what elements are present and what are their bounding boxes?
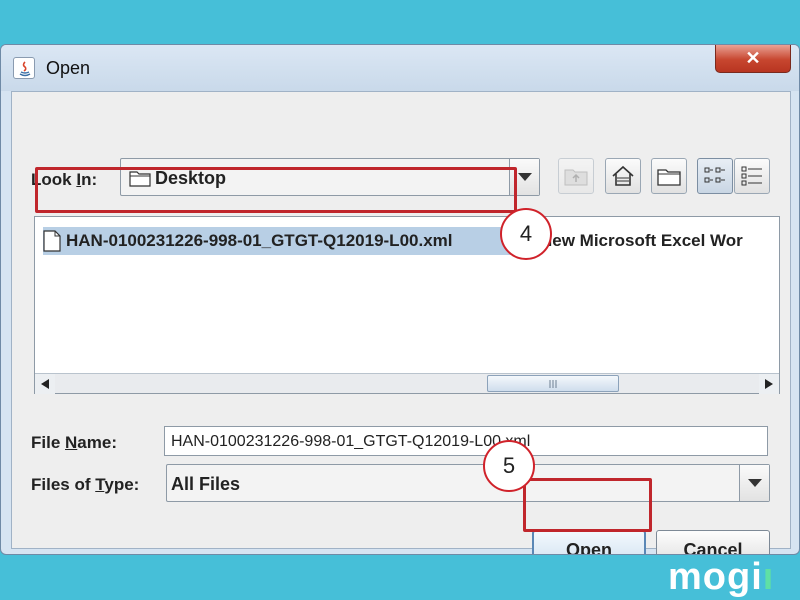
file-item-xml[interactable]: HAN-0100231226-998-01_GTGT-Q12019-L00.xm… [43, 227, 511, 255]
step-badge-5: 5 [483, 440, 535, 492]
scroll-right-button[interactable] [759, 374, 779, 394]
details-view-button[interactable] [734, 158, 770, 194]
title-bar[interactable]: Open ✕ [1, 45, 799, 91]
home-icon [612, 165, 634, 186]
file-list[interactable]: HAN-0100231226-998-01_GTGT-Q12019-L00.xm… [34, 216, 780, 394]
close-button[interactable]: ✕ [715, 45, 791, 73]
horizontal-scrollbar[interactable] [35, 373, 779, 394]
dialog-content: Look In: Desktop HAN-0100231226-998-01_G… [11, 91, 791, 554]
up-folder-button[interactable] [558, 158, 594, 194]
home-button[interactable] [605, 158, 641, 194]
watermark-accent: ı [762, 556, 775, 598]
cancel-button[interactable]: Cancel [656, 530, 770, 554]
watermark-text: mogi [668, 556, 763, 598]
new-folder-button[interactable] [651, 158, 687, 194]
scroll-left-button[interactable] [35, 374, 55, 394]
open-highlight-box [523, 478, 652, 532]
file-type-dropdown-button[interactable] [739, 465, 769, 501]
file-highlight-box [35, 167, 517, 213]
window-title: Open [46, 58, 91, 78]
step-badge-4: 4 [500, 208, 552, 260]
file-item-excel[interactable]: New Microsoft Excel Wor [517, 227, 779, 255]
file-type-label: Files of Type: [31, 475, 140, 494]
arrow-left-icon [41, 379, 49, 389]
open-dialog: Open ✕ Look In: Desktop HAN-0100231226-9… [0, 44, 800, 555]
details-view-icon [741, 166, 762, 186]
file-type-combo[interactable]: All Files [166, 464, 770, 502]
open-button[interactable]: Open [532, 530, 646, 554]
up-folder-icon [564, 169, 588, 186]
new-folder-icon [657, 169, 681, 186]
grip-icon [549, 379, 557, 388]
file-name-field[interactable]: HAN-0100231226-998-01_GTGT-Q12019-L00.xm… [164, 426, 768, 456]
java-app-icon [13, 57, 35, 79]
file-name-label: File Name: [31, 433, 117, 452]
chevron-down-icon [517, 173, 532, 181]
list-view-icon [704, 167, 725, 183]
scrollbar-thumb[interactable] [487, 375, 619, 392]
file-name: New Microsoft Excel Wor [540, 231, 743, 250]
close-icon: ✕ [745, 48, 761, 68]
file-name: HAN-0100231226-998-01_GTGT-Q12019-L00.xm… [66, 231, 453, 250]
arrow-right-icon [765, 379, 773, 389]
file-icon [43, 230, 61, 252]
list-view-button[interactable] [697, 158, 733, 194]
chevron-down-icon [747, 479, 762, 487]
mogi-watermark: mogi ı [668, 555, 800, 600]
file-type-value: All Files [171, 474, 241, 494]
